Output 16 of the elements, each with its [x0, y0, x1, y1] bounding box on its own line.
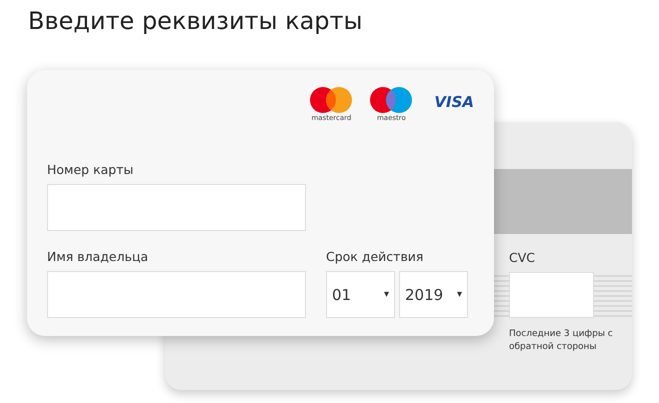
month-select[interactable]: 01 ▾ — [326, 271, 395, 318]
circles-logo-icon — [370, 87, 412, 113]
visa-logo: VISA — [434, 93, 474, 111]
holder-label: Имя владельца — [47, 249, 150, 265]
cvc-field[interactable] — [509, 272, 594, 318]
signature-lines — [594, 272, 632, 318]
card-number-field[interactable] — [47, 184, 306, 231]
page-title: Введите реквизиты карты — [27, 6, 364, 37]
cvc-hint: Последние 3 цифры с обратной стороны — [509, 328, 614, 354]
card-number-label: Номер карты — [47, 162, 134, 178]
cvc-label: CVC — [509, 250, 536, 266]
holder-field[interactable] — [47, 271, 306, 318]
signature-lines — [494, 272, 509, 318]
year-select[interactable]: 2019 ▾ — [399, 271, 468, 318]
circles-logo-icon — [310, 87, 352, 113]
expiry-label: Срок действия — [326, 249, 424, 265]
